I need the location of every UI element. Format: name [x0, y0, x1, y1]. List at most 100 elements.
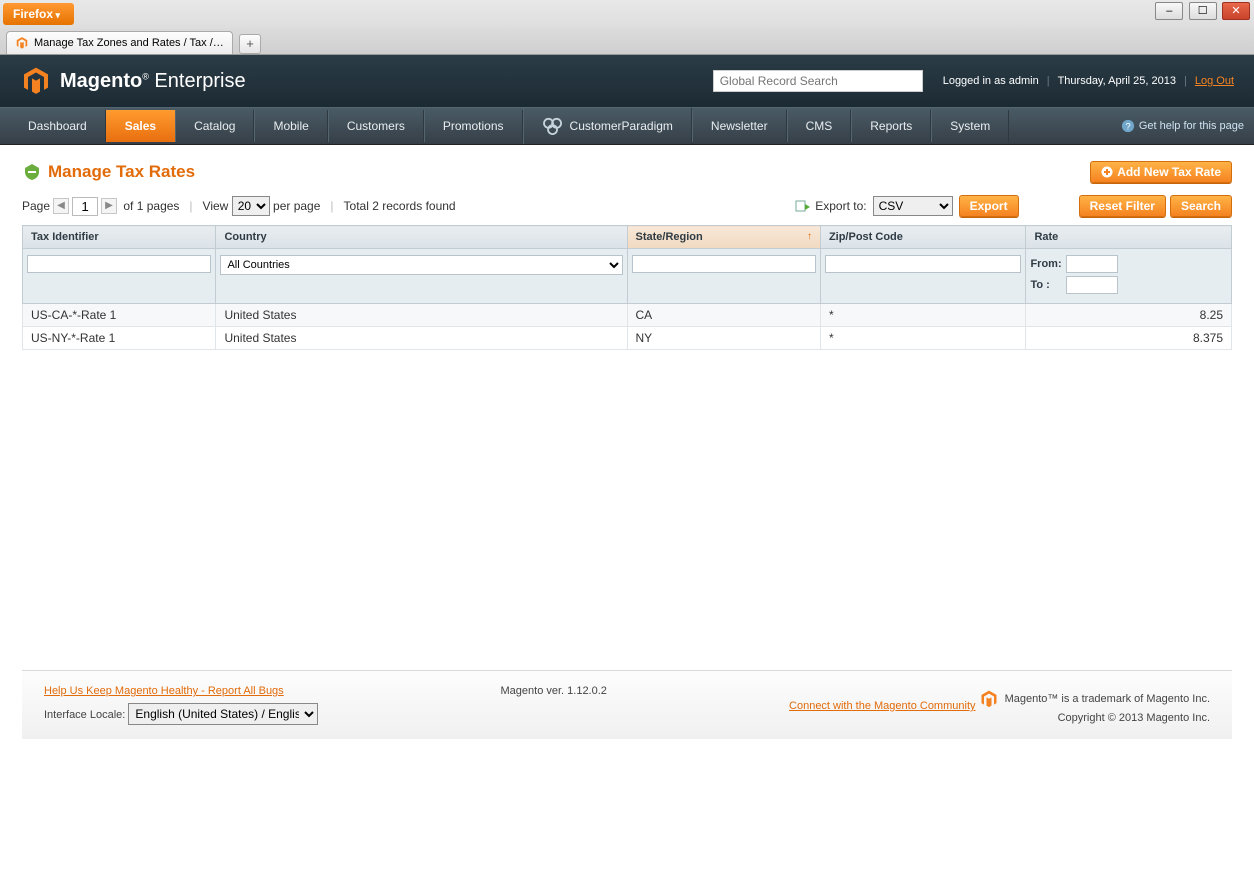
tax-rate-icon — [22, 162, 42, 182]
window-controls: – ☐ ✕ — [1153, 2, 1250, 20]
nav-newsletter[interactable]: Newsletter — [692, 110, 787, 142]
table-row[interactable]: US-CA-*-Rate 1 United States CA * 8.25 — [23, 304, 1232, 327]
footer-right: Connect with the Magento Community Magen… — [789, 685, 1210, 725]
filter-tax-identifier-input[interactable] — [27, 255, 211, 273]
pager-next-button[interactable]: ▶ — [101, 198, 117, 214]
community-link[interactable]: Connect with the Magento Community — [789, 700, 975, 712]
magento-logo-icon — [20, 65, 52, 97]
col-state-region[interactable]: State/Region↑ — [627, 226, 820, 249]
window-maximize-button[interactable]: ☐ — [1189, 2, 1217, 20]
magento-footer-icon — [979, 689, 999, 709]
of-pages-text: of 1 pages — [123, 199, 179, 213]
header-date: Thursday, April 25, 2013 — [1058, 75, 1176, 87]
content-area: Manage Tax Rates Add New Tax Rate Page ◀… — [0, 145, 1254, 755]
window-minimize-button[interactable]: – — [1155, 2, 1183, 20]
locale-select[interactable]: English (United States) / English — [128, 703, 318, 725]
table-row[interactable]: US-NY-*-Rate 1 United States NY * 8.375 — [23, 327, 1232, 350]
firefox-menu-button[interactable]: Firefox — [3, 3, 74, 25]
magento-header: Magento® Enterprise Logged in as admin |… — [0, 55, 1254, 107]
main-nav: Dashboard Sales Catalog Mobile Customers… — [0, 107, 1254, 145]
browser-chrome: Firefox – ☐ ✕ Manage Tax Zones and Rates… — [0, 0, 1254, 55]
footer-center: Magento ver. 1.12.0.2 — [318, 685, 789, 725]
page-label: Page — [22, 199, 50, 213]
customerparadigm-icon — [542, 117, 564, 135]
grid-filter-row: All Countries From: To : — [23, 249, 1232, 304]
locale-selector: Interface Locale: English (United States… — [44, 703, 318, 725]
col-country[interactable]: Country — [216, 226, 627, 249]
nav-customers[interactable]: Customers — [328, 110, 424, 142]
export-icon — [795, 199, 811, 213]
search-button[interactable]: Search — [1170, 195, 1232, 217]
window-close-button[interactable]: ✕ — [1222, 2, 1250, 20]
add-new-tax-rate-button[interactable]: Add New Tax Rate — [1090, 161, 1232, 183]
help-icon: ? — [1121, 119, 1135, 133]
export-controls: Export to: CSV Export — [795, 195, 1018, 217]
grid-header-row: Tax Identifier Country State/Region↑ Zip… — [23, 226, 1232, 249]
nav-dashboard[interactable]: Dashboard — [10, 110, 106, 142]
filter-rate-from-input[interactable] — [1066, 255, 1118, 273]
cell-zip: * — [820, 304, 1026, 327]
reset-filter-button[interactable]: Reset Filter — [1079, 195, 1166, 217]
rate-from-label: From: — [1030, 258, 1066, 270]
page-number-input[interactable] — [72, 197, 98, 216]
nav-customerparadigm[interactable]: CustomerParadigm — [523, 108, 692, 144]
nav-reports[interactable]: Reports — [851, 110, 931, 142]
cell-state: NY — [627, 327, 820, 350]
page-footer: Help Us Keep Magento Healthy - Report Al… — [22, 670, 1232, 739]
sort-asc-icon: ↑ — [807, 231, 812, 242]
cell-country: United States — [216, 327, 627, 350]
global-search-input[interactable] — [713, 70, 923, 92]
filter-rate-to-input[interactable] — [1066, 276, 1118, 294]
logged-in-text: Logged in as admin — [943, 75, 1039, 87]
tax-rates-grid: Tax Identifier Country State/Region↑ Zip… — [22, 225, 1232, 350]
export-label: Export to: — [815, 199, 866, 213]
cell-zip: * — [820, 327, 1026, 350]
browser-tab-title: Manage Tax Zones and Rates / Tax / Sale.… — [34, 37, 224, 49]
trademark-text: Magento™ is a trademark of Magento Inc. — [1005, 693, 1210, 705]
magento-logo: Magento® Enterprise — [20, 65, 246, 97]
total-records-text: Total 2 records found — [344, 199, 456, 213]
per-page-text: per page — [273, 199, 320, 213]
copyright-text: Copyright © 2013 Magento Inc. — [789, 712, 1210, 724]
browser-tab[interactable]: Manage Tax Zones and Rates / Tax / Sale.… — [6, 31, 233, 54]
locale-label: Interface Locale: — [44, 709, 125, 721]
pager-prev-button[interactable]: ◀ — [53, 198, 69, 214]
page-title: Manage Tax Rates — [48, 162, 195, 182]
cell-state: CA — [627, 304, 820, 327]
help-link[interactable]: ? Get help for this page — [1121, 119, 1244, 133]
filter-country-select[interactable]: All Countries — [220, 255, 622, 275]
rate-to-label: To : — [1030, 279, 1066, 291]
nav-promotions[interactable]: Promotions — [424, 110, 523, 142]
per-page-select[interactable]: 20 — [232, 196, 270, 216]
cell-tax-identifier: US-NY-*-Rate 1 — [23, 327, 216, 350]
magento-logo-text: Magento® Enterprise — [60, 70, 246, 93]
svg-text:?: ? — [1125, 122, 1130, 133]
cell-country: United States — [216, 304, 627, 327]
cell-tax-identifier: US-CA-*-Rate 1 — [23, 304, 216, 327]
version-text: Magento ver. 1.12.0.2 — [501, 685, 607, 697]
nav-catalog[interactable]: Catalog — [175, 110, 254, 142]
magento-favicon-icon — [15, 36, 29, 50]
filter-state-input[interactable] — [632, 255, 816, 273]
filter-actions: Reset Filter Search — [1079, 195, 1232, 217]
report-bugs-link[interactable]: Help Us Keep Magento Healthy - Report Al… — [44, 685, 284, 697]
cell-rate: 8.375 — [1026, 327, 1232, 350]
nav-sales[interactable]: Sales — [106, 110, 175, 142]
grid-toolbar: Page ◀ ▶ of 1 pages | View 20 per page |… — [22, 195, 1232, 217]
new-tab-button[interactable]: + — [239, 34, 261, 54]
footer-left: Help Us Keep Magento Healthy - Report Al… — [44, 685, 318, 725]
col-rate[interactable]: Rate — [1026, 226, 1232, 249]
filter-zip-input[interactable] — [825, 255, 1022, 273]
nav-mobile[interactable]: Mobile — [254, 110, 327, 142]
nav-system[interactable]: System — [931, 110, 1009, 142]
export-button[interactable]: Export — [959, 195, 1019, 217]
col-tax-identifier[interactable]: Tax Identifier — [23, 226, 216, 249]
col-zip[interactable]: Zip/Post Code — [820, 226, 1026, 249]
export-format-select[interactable]: CSV — [873, 196, 953, 216]
view-label: View — [203, 199, 229, 213]
browser-tab-strip: Manage Tax Zones and Rates / Tax / Sale.… — [0, 28, 1254, 54]
header-right: Logged in as admin | Thursday, April 25,… — [713, 70, 1234, 92]
page-header: Manage Tax Rates Add New Tax Rate — [22, 161, 1232, 183]
logout-link[interactable]: Log Out — [1195, 75, 1234, 87]
nav-cms[interactable]: CMS — [787, 110, 852, 142]
